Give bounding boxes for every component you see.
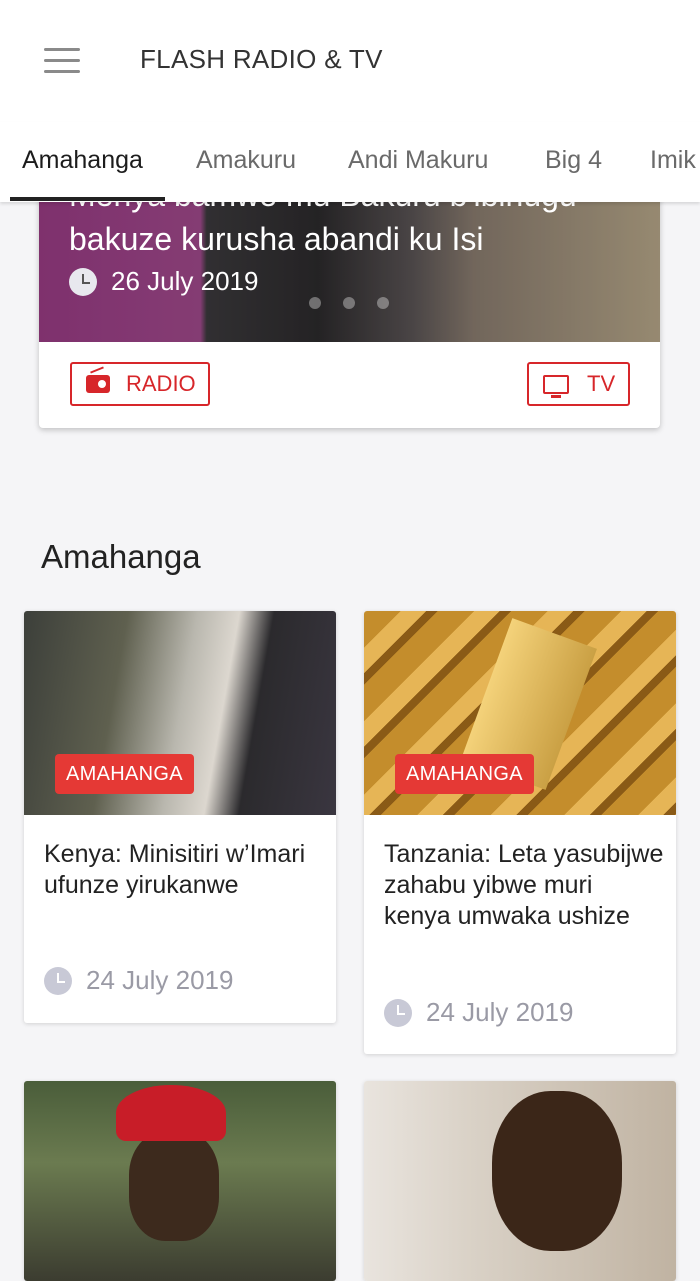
clock-icon <box>384 998 412 1027</box>
news-title[interactable]: Tanzania: Leta yasubijwe zahabu yibwe mu… <box>384 839 664 932</box>
news-date: 24 July 2019 <box>384 997 573 1028</box>
tab-imik[interactable]: Imik <box>650 122 696 202</box>
news-card[interactable]: AMAHANGA Tanzania: Leta yasubijwe zahabu… <box>364 611 676 1054</box>
featured-title[interactable]: Menya bamwe mu Bakuru b'ibihugu bakuze k… <box>69 178 639 257</box>
featured-actions: RADIO TV <box>39 342 660 428</box>
featured-date-text: 26 July 2019 <box>111 266 259 296</box>
radio-button[interactable]: RADIO <box>70 362 210 406</box>
radio-button-label: RADIO <box>126 371 196 396</box>
news-card[interactable]: AMAHANGA Kenya: Minisitiri w’Imari ufunz… <box>24 611 336 1023</box>
clock-icon <box>44 966 72 995</box>
tab-amahanga[interactable]: Amahanga <box>22 122 143 202</box>
app-title: FLASH RADIO & TV <box>140 44 383 74</box>
menu-icon[interactable] <box>40 44 84 76</box>
active-tab-indicator <box>10 197 165 201</box>
category-badge[interactable]: AMAHANGA <box>55 754 194 794</box>
category-badge[interactable]: AMAHANGA <box>395 754 534 794</box>
tab-big-4[interactable]: Big 4 <box>545 122 602 202</box>
clock-icon <box>69 267 97 296</box>
featured-date: 26 July 2019 <box>69 266 258 297</box>
news-image <box>364 1081 676 1281</box>
news-date-text: 24 July 2019 <box>86 965 234 995</box>
news-date: 24 July 2019 <box>44 965 233 996</box>
news-card[interactable] <box>364 1081 676 1281</box>
news-title[interactable]: Kenya: Minisitiri w’Imari ufunze yirukan… <box>44 839 324 901</box>
radio-icon <box>86 375 110 393</box>
app-bar: FLASH RADIO & TV <box>0 0 700 122</box>
tv-button-label: TV <box>587 371 616 396</box>
tab-amakuru[interactable]: Amakuru <box>196 122 296 202</box>
news-date-text: 24 July 2019 <box>426 997 574 1027</box>
news-image <box>24 1081 336 1281</box>
tab-andi-makuru[interactable]: Andi Makuru <box>348 122 488 202</box>
news-card[interactable] <box>24 1081 336 1281</box>
category-tabs: Amahanga Amakuru Andi Makuru Big 4 Imik <box>0 122 700 202</box>
tv-button[interactable]: TV <box>527 362 630 406</box>
tv-icon <box>543 374 569 398</box>
section-title: Amahanga <box>41 538 201 575</box>
carousel-dots[interactable] <box>309 296 411 314</box>
featured-title-line-2: bakuze kurusha abandi ku Isi <box>69 221 484 257</box>
